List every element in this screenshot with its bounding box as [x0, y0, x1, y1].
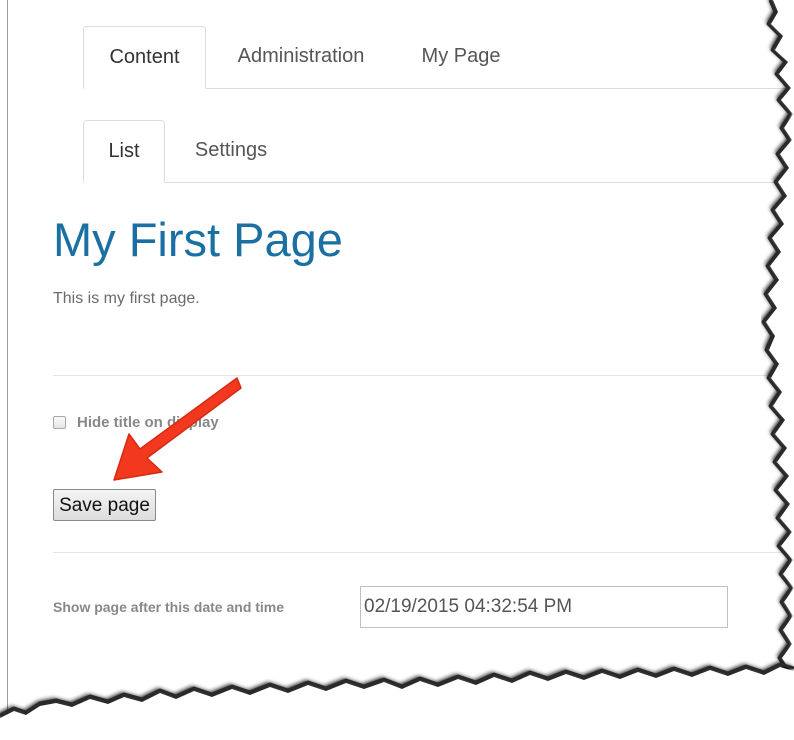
tab-administration[interactable]: Administration: [213, 26, 389, 88]
secondary-tabs-underline: [83, 182, 794, 183]
screenshot-frame: Content Administration My Page List Sett…: [0, 0, 794, 740]
hide-title-checkbox[interactable]: [53, 415, 66, 429]
save-page-button[interactable]: Save page: [53, 489, 156, 521]
tab-list[interactable]: List: [83, 120, 165, 183]
tab-content[interactable]: Content: [83, 26, 206, 89]
publish-date-label: Show page after this date and time: [53, 599, 285, 615]
divider: [53, 552, 793, 553]
page-body-text: This is my first page.: [53, 290, 200, 307]
page-title: My First Page: [53, 213, 343, 266]
divider: [53, 702, 793, 703]
window-left-border: [7, 0, 8, 720]
red-arrow-icon: [113, 377, 242, 481]
publish-date-input[interactable]: [360, 586, 728, 628]
tab-my-page[interactable]: My Page: [399, 26, 523, 88]
tab-settings[interactable]: Settings: [174, 120, 288, 182]
